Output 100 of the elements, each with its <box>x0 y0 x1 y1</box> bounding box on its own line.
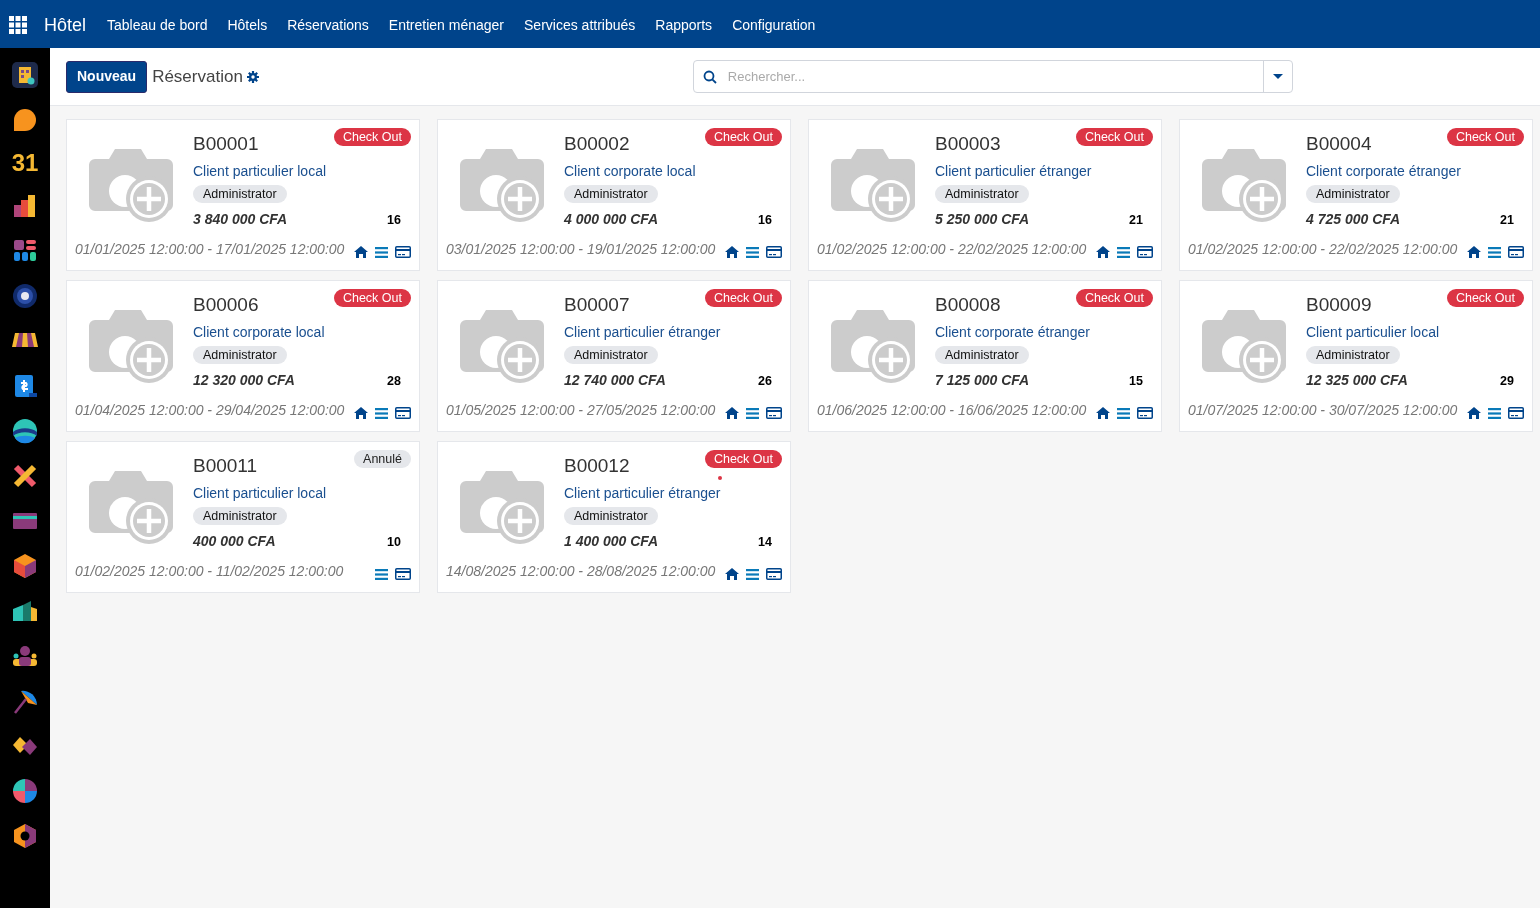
home-icon[interactable] <box>354 246 368 258</box>
client-type: Client particulier local <box>193 162 327 181</box>
reservation-card[interactable]: B00012 Client particulier étranger Administrator 1 400 000 CFA Check Out 14 14/08/2025 12:00:00 - 28/08/2025 12:00:00 <box>437 441 791 593</box>
camera-placeholder-icon <box>87 308 175 384</box>
list-icon[interactable] <box>746 407 759 419</box>
reservation-card[interactable]: B00008 Client corporate étranger Administrator 7 125 000 CFA Check Out 15 01/06/2025 12:00:00 - 16/06/2025 12:00:00 <box>808 280 1162 432</box>
nights-count: 15 <box>1129 373 1143 390</box>
user-tag: Administrator <box>564 346 658 364</box>
reservation-number: B00007 <box>564 293 630 317</box>
status-badge: Check Out <box>704 450 782 468</box>
menu-item[interactable]: Rapports <box>655 14 713 36</box>
building-icon[interactable] <box>11 61 39 89</box>
client-type: Client particulier étranger <box>564 323 721 342</box>
camera-placeholder-icon <box>458 147 546 223</box>
nights-count: 16 <box>387 212 401 229</box>
card-icon[interactable] <box>1508 246 1524 258</box>
amount: 4 725 000 CFA <box>1306 210 1401 229</box>
apps-menu-icon[interactable] <box>9 16 27 34</box>
wave-circle-icon[interactable] <box>11 417 39 445</box>
reservation-card[interactable]: B00007 Client particulier étranger Administrator 12 740 000 CFA Check Out 26 01/05/2025 12:00:00 - 27/05/2025 12:00:00 <box>437 280 791 432</box>
caret-icon[interactable] <box>1272 73 1283 80</box>
reservation-number: B00003 <box>935 132 1001 156</box>
date-range: 01/02/2025 12:00:00 - 11/02/2025 12:00:00 <box>75 562 344 581</box>
home-icon[interactable] <box>1096 246 1110 258</box>
user-tag: Administrator <box>935 185 1029 203</box>
list-icon[interactable] <box>1488 246 1501 258</box>
list-icon[interactable] <box>1488 407 1501 419</box>
list-icon[interactable] <box>375 246 388 258</box>
card-icon[interactable] <box>1137 407 1153 419</box>
menu-item[interactable]: Services attribués <box>524 14 636 36</box>
card-icon[interactable] <box>766 246 782 258</box>
nights-count: 21 <box>1129 212 1143 229</box>
settings-icon[interactable] <box>246 70 259 83</box>
client-type: Client corporate étranger <box>1306 162 1461 181</box>
reservation-card[interactable]: B00006 Client corporate local Administrator 12 320 000 CFA Check Out 28 01/04/2025 12:00:00 - 29/04/2025 12:00:00 <box>66 280 420 432</box>
nights-count: 14 <box>758 534 772 551</box>
reservation-card[interactable]: B00003 Client particulier étranger Administrator 5 250 000 CFA Check Out 21 01/02/2025 12:00:00 - 22/02/2025 12:00:00 <box>808 119 1162 271</box>
menu-item[interactable]: Tableau de bord <box>107 14 208 36</box>
home-icon[interactable] <box>354 407 368 419</box>
reservation-card[interactable]: B00002 Client corporate local Administrator 4 000 000 CFA Check Out 16 03/01/2025 12:00:00 - 19/01/2025 12:00:00 <box>437 119 791 271</box>
home-icon[interactable] <box>1467 407 1481 419</box>
card-icon[interactable] <box>395 246 411 258</box>
cube-icon[interactable] <box>11 552 39 580</box>
amount: 5 250 000 CFA <box>935 210 1030 229</box>
speech-bubble-icon[interactable] <box>11 106 39 134</box>
date-range: 14/08/2025 12:00:00 - 28/08/2025 12:00:00 <box>446 562 716 581</box>
card-icon[interactable] <box>1137 246 1153 258</box>
amount: 1 400 000 CFA <box>564 532 659 551</box>
app-title[interactable]: Hôtel <box>44 11 87 39</box>
status-badge: Check Out <box>1446 289 1524 307</box>
reservation-number: B00002 <box>564 132 630 156</box>
date-range: 01/02/2025 12:00:00 - 22/02/2025 12:00:00 <box>817 240 1087 259</box>
quartered-circle-icon[interactable] <box>11 777 39 805</box>
menu-item[interactable]: Configuration <box>732 14 816 36</box>
home-icon[interactable] <box>725 407 739 419</box>
card-icon[interactable] <box>1508 407 1524 419</box>
list-icon[interactable] <box>746 246 759 258</box>
new-button[interactable]: Nouveau <box>66 60 148 93</box>
client-type: Client particulier local <box>1306 323 1440 342</box>
card-icon[interactable] <box>766 568 782 580</box>
camera-placeholder-icon <box>458 469 546 545</box>
card-icon[interactable] <box>395 568 411 580</box>
menu-item[interactable]: Hôtels <box>227 14 268 36</box>
card-icon[interactable] <box>395 407 411 419</box>
status-badge: Check Out <box>333 128 411 146</box>
camera-placeholder-icon <box>1200 308 1288 384</box>
reservation-number: B00001 <box>193 132 259 156</box>
date-range: 01/07/2025 12:00:00 - 30/07/2025 12:00:00 <box>1188 401 1458 420</box>
reservation-card[interactable]: B00011 Client particulier local Administrator 400 000 CFA Annulé 10 01/02/2025 12:00:00 - 11/02/2025 12:00:00 <box>66 441 420 593</box>
list-icon[interactable] <box>1117 246 1130 258</box>
calendar-number-icon[interactable]: 31 <box>11 151 39 175</box>
home-icon[interactable] <box>1467 246 1481 258</box>
menu-item[interactable]: Réservations <box>287 14 369 36</box>
user-tag: Administrator <box>193 346 287 364</box>
camera-placeholder-icon <box>87 147 175 223</box>
nights-count: 10 <box>387 534 401 551</box>
reservation-card[interactable]: B00009 Client particulier local Administrator 12 325 000 CFA Check Out 29 01/07/2025 12:00:00 - 30/07/2025 12:00:00 <box>1179 280 1533 432</box>
list-icon[interactable] <box>1117 407 1130 419</box>
search-field[interactable]: Rechercher... <box>692 60 1293 93</box>
menu-item[interactable]: Entretien ménager <box>388 14 505 36</box>
hexagon-ring-icon[interactable] <box>11 822 39 850</box>
list-icon[interactable] <box>375 568 388 580</box>
card-icon[interactable] <box>766 407 782 419</box>
list-icon[interactable] <box>746 568 759 580</box>
reservation-card[interactable]: B00001 Client particulier local Administrator 3 840 000 CFA Check Out 16 01/01/2025 12:00:00 - 17/01/2025 12:00:00 <box>66 119 420 271</box>
crossed-shape-icon[interactable] <box>11 462 39 490</box>
nights-count: 26 <box>758 373 772 390</box>
amount: 4 000 000 CFA <box>564 210 659 229</box>
status-badge: Check Out <box>333 289 411 307</box>
home-icon[interactable] <box>725 568 739 580</box>
search-input[interactable]: Rechercher... <box>727 66 1263 87</box>
round-badge-icon[interactable] <box>11 282 39 310</box>
reservation-number: B00009 <box>1306 293 1372 317</box>
nights-count: 21 <box>1500 212 1514 229</box>
home-icon[interactable] <box>1096 407 1110 419</box>
home-icon[interactable] <box>725 246 739 258</box>
reservation-card[interactable]: B00004 Client corporate étranger Administrator 4 725 000 CFA Check Out 21 01/02/2025 12:00:00 - 22/02/2025 12:00:00 <box>1179 119 1533 271</box>
list-icon[interactable] <box>375 407 388 419</box>
user-tag: Administrator <box>935 346 1029 364</box>
date-range: 01/01/2025 12:00:00 - 17/01/2025 12:00:00 <box>75 240 345 259</box>
